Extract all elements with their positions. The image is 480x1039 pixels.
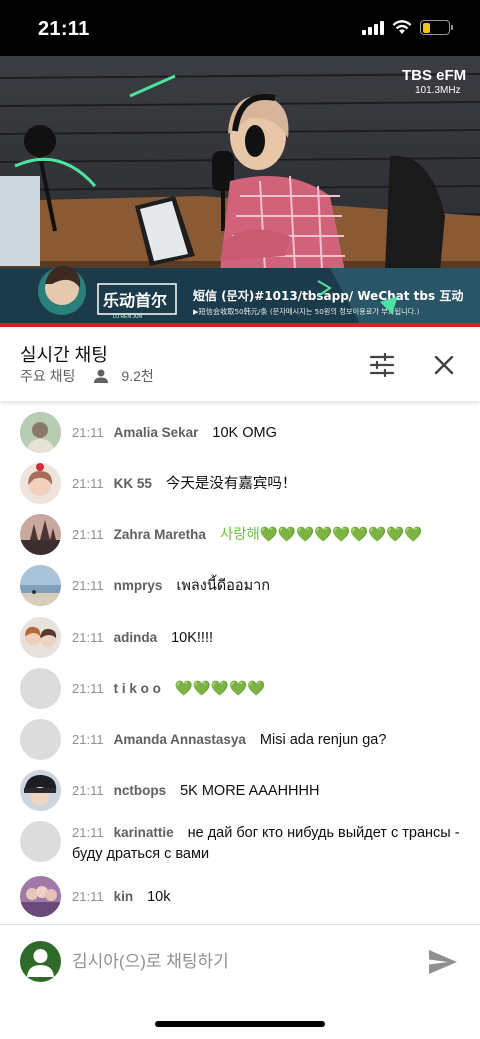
battery-icon [420,20,453,35]
message-author[interactable]: Zahra Maretha [114,527,206,542]
banner-dj: DJ REN JUN [113,314,143,320]
avatar[interactable] [20,617,61,658]
close-icon [434,355,454,375]
chat-message[interactable]: 21:11 kin 10k [0,876,480,918]
message-author[interactable]: adinda [114,630,158,645]
station-logo: TBS eFM [402,67,466,84]
banner-logo: 乐动首尔 [103,291,167,310]
chat-message[interactable]: 21:11 adinda 10K!!!! [0,617,480,659]
send-button[interactable] [426,945,460,979]
chat-message[interactable]: 21:11 Amanda Annastasya Misi ada renjun ga… [0,719,480,761]
send-icon [429,950,457,974]
banner-line2: ▶短信会收取50韩元/条 (문자메시지는 50원의 정보이용료가 부과됩니다.) [193,307,420,316]
message-time: 21:11 [72,681,104,696]
message-time: 21:11 [72,425,104,440]
message-text: 💚💚💚💚💚 [174,681,266,697]
message-text: 10k [147,889,171,905]
viewer-count: 9.2천 [121,368,154,384]
message-text: เพลงนี้ดีออมาก [176,578,271,594]
person-icon [94,369,109,383]
station-frequency: 101.3MHz [415,85,461,96]
chat-mode-label: 주요 채팅 [20,368,76,384]
message-text: 10K!!!! [171,630,214,646]
message-time: 21:11 [72,889,104,904]
message-time: 21:11 [72,732,104,747]
status-bar: 21:11 [0,0,480,56]
message-text: 10K OMG [212,425,277,441]
avatar[interactable] [20,463,61,504]
message-time: 21:11 [72,527,104,542]
video-player[interactable]: TBS eFM 101.3MHz 乐动首尔 DJ REN JUN 短信 (문자)… [0,56,480,328]
message-author[interactable]: nctbops [114,783,167,798]
avatar[interactable] [20,770,61,811]
wifi-icon [392,20,412,34]
avatar[interactable] [20,565,61,606]
chat-message[interactable]: 21:11 Zahra Maretha 사랑해💚💚💚💚💚💚💚💚💚 [0,514,480,556]
message-author[interactable]: kin [114,889,134,904]
chat-message-input[interactable] [72,947,412,977]
chat-message[interactable]: 21:11 nmprys เพลงนี้ดีออมาก [0,565,480,607]
chat-message[interactable]: 21:11 Amalia Sekar 10K OMG [0,412,480,454]
close-chat-button[interactable] [426,347,462,383]
chat-mode-selector[interactable]: 주요 채팅 9.2천 [20,366,154,386]
message-time: 21:11 [72,825,104,840]
chat-title: 실시간 채팅 [20,345,108,365]
message-time: 21:11 [72,783,104,798]
avatar[interactable] [20,821,61,862]
message-time: 21:11 [72,476,104,491]
chat-message[interactable]: 21:11 t i k o o 💚💚💚💚💚 [0,668,480,710]
user-avatar-icon [27,949,54,977]
message-author[interactable]: karinattie [114,825,174,840]
avatar[interactable] [20,876,61,917]
chat-input-bar [0,924,480,996]
chat-message[interactable]: 21:11 KK 55 今天是没有嘉宾吗！ [0,463,480,505]
status-time: 21:11 [38,18,90,40]
avatar[interactable] [20,514,61,555]
filter-button[interactable] [364,347,400,383]
chat-message[interactable]: 21:11 nctbops 5K MORE AAAHHHH [0,770,480,812]
user-avatar [20,941,61,982]
home-indicator [155,1021,325,1027]
message-author[interactable]: nmprys [114,578,163,593]
signal-icon [362,20,384,35]
message-author[interactable]: KK 55 [114,476,152,491]
message-author[interactable]: Amalia Sekar [114,425,199,440]
video-frame: TBS eFM 101.3MHz 乐动首尔 DJ REN JUN 短信 (문자)… [0,56,480,328]
message-text: 5K MORE AAAHHHH [180,783,320,799]
message-time: 21:11 [72,578,104,593]
message-time: 21:11 [72,630,104,645]
chat-header: 실시간 채팅 주요 채팅 9.2천 [0,327,480,401]
message-author[interactable]: Amanda Annastasya [114,732,246,747]
avatar[interactable] [20,412,61,453]
message-text: 今天是没有嘉宾吗！ [165,476,297,492]
status-icons [362,20,453,35]
message-text: 사랑해💚💚💚💚💚💚💚💚💚 [219,527,423,543]
avatar[interactable] [20,668,61,709]
sliders-icon [369,353,395,377]
message-author[interactable]: t i k o o [114,681,161,696]
message-text: Misi ada renjun ga? [259,732,387,748]
avatar[interactable] [20,719,61,760]
chat-message-list[interactable]: 21:11 Amalia Sekar 10K OMG 21:11 KK 55 今天是没有… [0,401,480,924]
chat-message[interactable]: 21:11 karinattie не дай бог кто нибудь вый… [0,821,480,867]
